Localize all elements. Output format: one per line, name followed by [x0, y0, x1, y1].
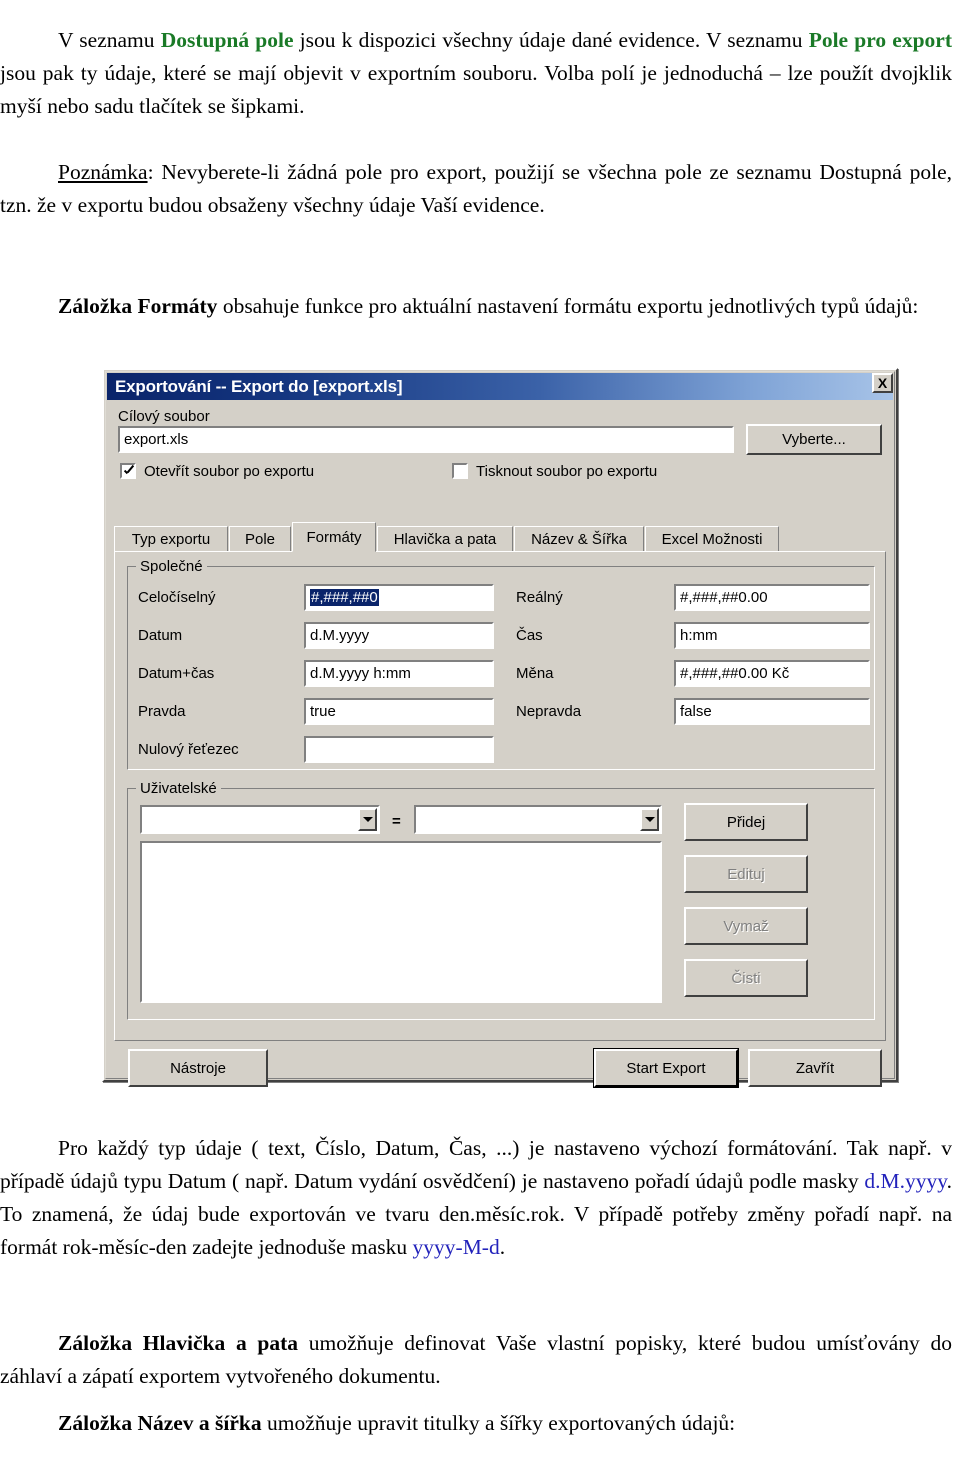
text-segment: . [499, 1234, 506, 1259]
checkbox-print-after-export-label: Tisknout soubor po exportu [476, 463, 658, 480]
label-nepravda: Nepravda [516, 703, 582, 720]
tab-typ-exportu[interactable]: Typ exportu [114, 526, 228, 552]
edit-button[interactable]: Edituj [684, 855, 808, 893]
text-segment: jsou pak ty údaje, které se mají objevit… [0, 60, 952, 118]
add-button[interactable]: Přidej [684, 803, 808, 841]
paragraph-default-formats: Pro každý typ údaje ( text, Číslo, Datum… [0, 1110, 952, 1285]
label-cas: Čas [516, 627, 543, 644]
input-celociselny[interactable]: #,###,##0 [304, 584, 494, 611]
heading-zalozka-hlavicka-a-pata: Záložka Hlavička a pata [58, 1330, 299, 1355]
chevron-down-icon[interactable] [358, 808, 377, 831]
checkbox-print-after-export[interactable] [452, 463, 468, 479]
input-nepravda[interactable]: false [674, 698, 870, 725]
paragraph-nazev-a-sirka: Záložka Název a šířka umožňuje upravit t… [0, 1385, 952, 1461]
tab-pole[interactable]: Pole [229, 526, 291, 552]
tabpage-formaty: Společné Celočíselný Datum Datum+čas Pra… [114, 551, 886, 1041]
tab-nazev-sirka[interactable]: Název & Šířka [514, 526, 644, 552]
term-pole-pro-export: Pole pro export [808, 27, 952, 52]
delete-button[interactable]: Vymaž [684, 907, 808, 945]
term-dostupna-pole: Dostupná pole [160, 27, 294, 52]
chevron-down-icon[interactable] [640, 808, 659, 831]
note-label: Poznámka [58, 159, 148, 184]
input-pravda[interactable]: true [304, 698, 494, 725]
tab-formaty[interactable]: Formáty [292, 522, 376, 552]
close-icon[interactable]: X [872, 373, 893, 393]
label-nulovy-retezec: Nulový řeťezec [138, 741, 239, 758]
mask-dmyyyy: d.M.yyyy [864, 1168, 947, 1193]
input-celociselny-value: #,###,##0 [310, 589, 379, 606]
heading-zalozka-formaty: Záložka Formáty [58, 293, 218, 318]
export-dialog-window: Exportování -- Export do [export.xls] X … [102, 368, 898, 1088]
group-uzivatelske-title: Uživatelské [136, 780, 221, 797]
target-file-input[interactable]: export.xls [118, 426, 734, 453]
group-spolecne: Společné Celočíselný Datum Datum+čas Pra… [127, 558, 875, 770]
close-button[interactable]: Zavřít [748, 1049, 882, 1087]
start-export-button[interactable]: Start Export [593, 1048, 739, 1088]
tabstrip: Typ exportu Pole Formáty Hlavička a pata… [114, 522, 886, 552]
text-segment: Pro každý typ údaje ( text, Číslo, Datum… [0, 1135, 952, 1193]
label-datum-cas: Datum+čas [138, 665, 215, 682]
checkbox-open-after-export[interactable] [120, 463, 136, 479]
paragraph-note: Poznámka: Nevyberete-li žádná pole pro e… [0, 156, 952, 222]
label-mena: Měna [516, 665, 554, 682]
tools-button[interactable]: Nástroje [128, 1049, 268, 1087]
text-segment: V seznamu [58, 27, 161, 52]
input-datum[interactable]: d.M.yyyy [304, 622, 494, 649]
input-nulovy-retezec[interactable] [304, 736, 494, 763]
group-spolecne-title: Společné [136, 558, 207, 575]
paragraph-formaty-tab: Záložka Formáty obsahuje funkce pro aktu… [0, 268, 952, 344]
input-mena[interactable]: #,###,##0.00 Kč [674, 660, 870, 687]
combo-user-format-key[interactable] [140, 805, 380, 834]
check-icon [123, 466, 134, 477]
label-realny: Reálný [516, 589, 563, 606]
tab-hlavicka-a-pata[interactable]: Hlavička a pata [377, 526, 513, 552]
input-cas[interactable]: h:mm [674, 622, 870, 649]
dialog-title: Exportování -- Export do [export.xls] [115, 376, 403, 396]
label-pravda: Pravda [138, 703, 186, 720]
dialog-titlebar[interactable]: Exportování -- Export do [export.xls] [107, 373, 893, 400]
equals-sign: = [392, 813, 401, 830]
intro-text-block: V seznamu Dostupná pole jsou k dispozici… [0, 2, 952, 243]
label-datum: Datum [138, 627, 183, 644]
input-realny[interactable]: #,###,##0.00 [674, 584, 870, 611]
clear-button[interactable]: Čisti [684, 959, 808, 997]
text-segment: obsahuje funkce pro aktuální nastavení f… [217, 293, 919, 318]
group-uzivatelske: Uživatelské = Přidej Edituj Vymaž Čisti [127, 780, 875, 1020]
text-segment: jsou k dispozici všechny údaje dané evid… [293, 27, 809, 52]
user-formats-listbox[interactable] [140, 841, 662, 1003]
target-file-label: Cílový soubor [118, 408, 210, 425]
input-datum-cas[interactable]: d.M.yyyy h:mm [304, 660, 494, 687]
browse-button[interactable]: Vyberte... [746, 424, 882, 455]
document-page: V seznamu Dostupná pole jsou k dispozici… [0, 0, 960, 1435]
paragraph-available-fields: V seznamu Dostupná pole jsou k dispozici… [0, 24, 952, 123]
mask-yyyymd: yyyy-M-d [412, 1234, 500, 1259]
tab-excel-moznosti[interactable]: Excel Možnosti [645, 526, 779, 552]
combo-user-format-value[interactable] [414, 805, 662, 834]
checkbox-open-after-export-label: Otevřít soubor po exportu [144, 463, 315, 480]
label-celociselny: Celočíselný [138, 589, 216, 606]
